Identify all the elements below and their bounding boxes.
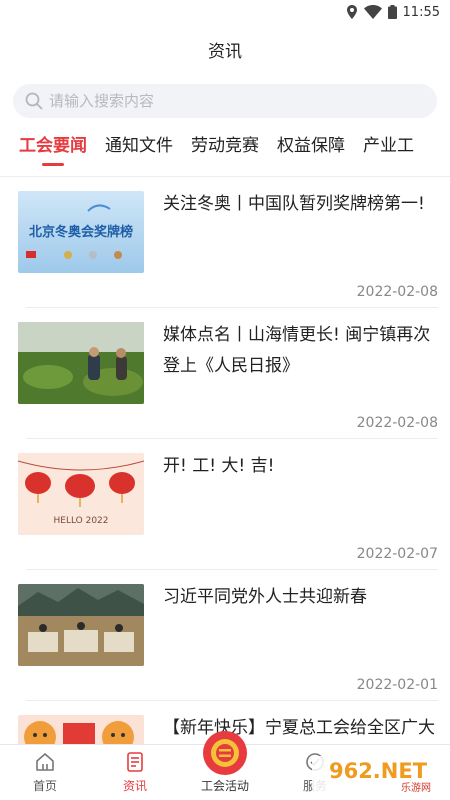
- news-item[interactable]: HELLO 2022 开! 工! 大! 吉! 2022-02-07: [18, 439, 438, 570]
- search-icon: [25, 92, 43, 110]
- category-tabs: 工会要闻 通知文件 劳动竞赛 权益保障 产业工: [0, 118, 450, 168]
- thumb-caption: 北京冬奥会奖牌榜: [29, 224, 133, 240]
- tab-labor-competition[interactable]: 劳动竞赛: [191, 131, 259, 168]
- news-item[interactable]: 媒体点名丨山海情更长! 闽宁镇再次登上《人民日报》 2022-02-08: [18, 308, 438, 439]
- watermark-text: 962.NET: [329, 759, 428, 783]
- news-item[interactable]: 北京冬奥会奖牌榜 关注冬奥丨中国队暂列奖牌榜第一! 2022-02-08: [18, 177, 438, 308]
- nav-home-label: 首页: [32, 779, 57, 793]
- news-thumbnail: [18, 584, 144, 666]
- news-item[interactable]: 习近平同党外人士共迎新春 2022-02-01: [18, 570, 438, 701]
- news-title: 开! 工! 大! 吉!: [163, 456, 275, 476]
- wifi-icon: [363, 5, 382, 19]
- nav-news[interactable]: 资讯: [90, 745, 180, 800]
- tab-union-news[interactable]: 工会要闻: [19, 131, 87, 168]
- tab-rights-protection[interactable]: 权益保障: [277, 131, 345, 168]
- nav-union-activities-label: 工会活动: [200, 779, 249, 793]
- news-thumbnail: 北京冬奥会奖牌榜: [18, 191, 144, 273]
- page-title: 资讯: [208, 41, 242, 62]
- thumb-caption: HELLO 2022: [53, 516, 108, 526]
- search-input[interactable]: [49, 92, 389, 110]
- watermark-subtext: 乐游网: [401, 781, 431, 794]
- news-date: 2022-02-08: [356, 415, 438, 431]
- tab-notices[interactable]: 通知文件: [105, 131, 173, 168]
- news-list: 北京冬奥会奖牌榜 关注冬奥丨中国队暂列奖牌榜第一! 2022-02-08 媒体点…: [0, 177, 450, 800]
- status-bar: 11:55: [0, 0, 450, 24]
- news-title: 媒体点名丨山海情更长! 闽宁镇再次登上《人民日报》: [163, 325, 431, 376]
- news-thumbnail: HELLO 2022: [18, 453, 144, 535]
- location-icon: [346, 5, 357, 19]
- news-date: 2022-02-08: [356, 284, 438, 300]
- tab-industry[interactable]: 产业工: [363, 131, 414, 168]
- search-box[interactable]: [13, 84, 437, 118]
- search-bar: [0, 74, 450, 118]
- news-thumbnail: [18, 322, 144, 404]
- nav-union-activities[interactable]: 工会活动: [180, 731, 270, 800]
- news-title: 关注冬奥丨中国队暂列奖牌榜第一!: [163, 194, 425, 214]
- news-date: 2022-02-07: [356, 546, 438, 562]
- nav-news-label: 资讯: [122, 779, 147, 793]
- status-time: 11:55: [402, 4, 440, 20]
- news-title: 习近平同党外人士共迎新春: [163, 587, 367, 607]
- watermark-logo: 962.NET 乐游网: [312, 754, 444, 796]
- battery-icon: [387, 5, 397, 19]
- nav-home[interactable]: 首页: [0, 745, 90, 800]
- home-icon: [36, 753, 54, 771]
- page-header: 资讯: [0, 24, 450, 74]
- news-date: 2022-02-01: [356, 677, 438, 693]
- news-icon: [127, 752, 143, 772]
- union-emblem-icon: [203, 731, 247, 775]
